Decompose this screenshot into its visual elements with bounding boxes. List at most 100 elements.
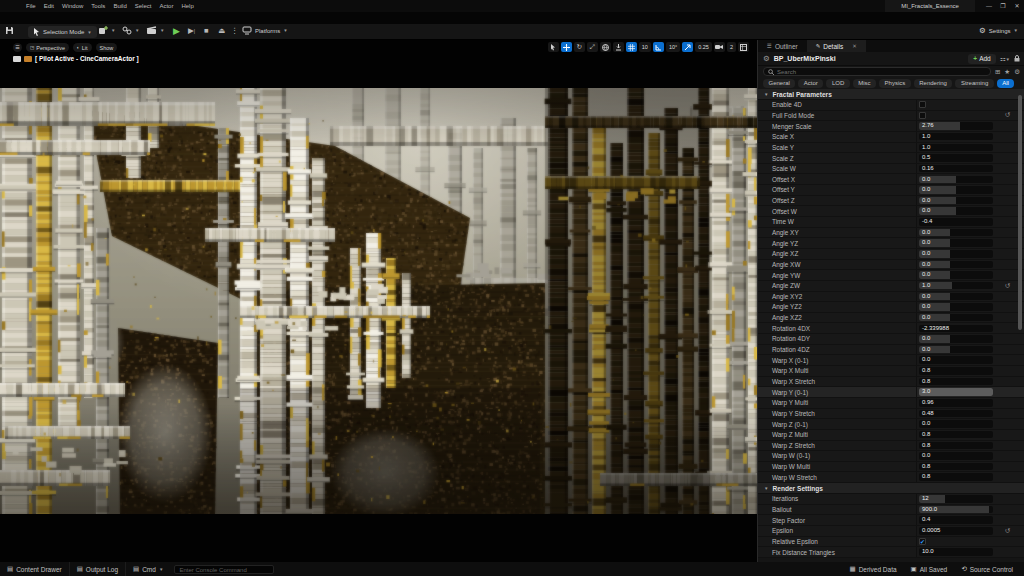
minimize-button[interactable]: — bbox=[982, 0, 996, 12]
all-saved-button[interactable]: ▣ All Saved bbox=[904, 562, 955, 576]
param-field[interactable]: 0.0 bbox=[919, 346, 993, 354]
param-field[interactable]: 12 bbox=[919, 495, 993, 503]
column-divider[interactable] bbox=[916, 472, 917, 482]
camera-speed[interactable] bbox=[714, 42, 725, 52]
menu-build[interactable]: Build bbox=[113, 3, 126, 9]
perspective-dropdown[interactable]: ◳ Perspective bbox=[26, 43, 69, 52]
column-divider[interactable] bbox=[916, 387, 917, 397]
column-divider[interactable] bbox=[916, 270, 917, 280]
column-divider[interactable] bbox=[916, 302, 917, 312]
skip-button[interactable]: ▶| bbox=[188, 26, 195, 35]
select-tool[interactable] bbox=[548, 42, 559, 52]
column-divider[interactable] bbox=[916, 100, 917, 110]
param-field[interactable]: 0.8 bbox=[919, 431, 993, 439]
category-physics[interactable]: Physics bbox=[879, 79, 911, 88]
scale-snap-toggle[interactable] bbox=[682, 42, 693, 52]
column-divider[interactable] bbox=[916, 260, 917, 270]
menu-file[interactable]: File bbox=[26, 3, 36, 9]
restore-button[interactable]: ❐ bbox=[996, 0, 1010, 12]
favorites-icon[interactable]: ★ bbox=[1004, 68, 1010, 76]
column-divider[interactable] bbox=[916, 323, 917, 333]
menu-tools[interactable]: Tools bbox=[91, 3, 105, 9]
eject-button[interactable]: ⏏ bbox=[218, 26, 225, 35]
column-divider[interactable] bbox=[916, 185, 917, 195]
param-checkbox[interactable]: ✔ bbox=[919, 538, 926, 545]
column-divider[interactable] bbox=[916, 164, 917, 174]
lock-icon[interactable] bbox=[1014, 55, 1020, 62]
filter-icon[interactable]: ⊞ bbox=[995, 68, 1000, 76]
reset-to-default-icon[interactable]: ↺ bbox=[1005, 111, 1010, 119]
reset-to-default-icon[interactable]: ↺ bbox=[1005, 282, 1010, 290]
selection-mode-dropdown[interactable]: Selection Mode ▼ bbox=[28, 26, 97, 38]
show-dropdown[interactable]: Show bbox=[96, 43, 118, 52]
column-divider[interactable] bbox=[916, 111, 917, 121]
play-options-kebab[interactable]: ⋮ bbox=[231, 26, 239, 35]
blueprints-dropdown[interactable]: ▼ bbox=[122, 26, 139, 35]
add-component-button[interactable]: + Add bbox=[968, 54, 995, 64]
column-divider[interactable] bbox=[916, 196, 917, 206]
column-divider[interactable] bbox=[916, 409, 917, 419]
source-control-button[interactable]: ⟲ Source Control bbox=[954, 562, 1020, 576]
category-all[interactable]: All bbox=[997, 79, 1015, 88]
viewport[interactable]: ☰ ◳ Perspective ◐ Lit Show ↻ ⤢ 10 10° 0.… bbox=[0, 40, 757, 562]
cinematics-dropdown[interactable]: ▼ bbox=[146, 26, 164, 35]
param-field[interactable]: 0.0005 bbox=[919, 527, 993, 535]
param-field[interactable]: 0.8 bbox=[919, 463, 993, 471]
column-divider[interactable] bbox=[916, 398, 917, 408]
rotate-tool[interactable]: ↻ bbox=[574, 42, 585, 52]
column-divider[interactable] bbox=[916, 143, 917, 153]
param-field[interactable]: 0.0 bbox=[919, 229, 993, 237]
param-field[interactable]: 0.0 bbox=[919, 335, 993, 343]
param-field[interactable]: -0.4 bbox=[919, 218, 993, 226]
column-divider[interactable] bbox=[916, 494, 917, 504]
param-field[interactable]: 0.8 bbox=[919, 378, 993, 386]
param-field[interactable]: 0.0 bbox=[919, 293, 993, 301]
param-field[interactable]: 0.48 bbox=[919, 410, 993, 418]
param-field[interactable]: 1.0 bbox=[919, 133, 993, 141]
console-input[interactable]: Enter Console Command bbox=[174, 565, 274, 574]
param-field[interactable]: 0.4 bbox=[919, 516, 993, 524]
section-header[interactable]: ▼Render Settings bbox=[758, 483, 1024, 494]
param-field[interactable]: 0.0 bbox=[919, 452, 993, 460]
column-divider[interactable] bbox=[916, 537, 917, 547]
column-divider[interactable] bbox=[916, 526, 917, 536]
column-divider[interactable] bbox=[916, 238, 917, 248]
column-divider[interactable] bbox=[916, 334, 917, 344]
cmd-dropdown[interactable]: ▤ Cmd ▼ bbox=[126, 562, 170, 576]
param-field[interactable]: 0.5 bbox=[919, 154, 993, 162]
category-general[interactable]: General bbox=[763, 79, 795, 88]
column-divider[interactable] bbox=[916, 132, 917, 142]
category-lod[interactable]: LOD bbox=[826, 79, 849, 88]
column-divider[interactable] bbox=[916, 505, 917, 515]
param-field[interactable]: 2.76 bbox=[919, 122, 993, 130]
column-divider[interactable] bbox=[916, 313, 917, 323]
viewport-menu-icon[interactable]: ☰ bbox=[13, 43, 22, 52]
param-field[interactable]: 1.0 bbox=[919, 144, 993, 152]
column-divider[interactable] bbox=[916, 430, 917, 440]
column-divider[interactable] bbox=[916, 345, 917, 355]
scale-snap-value[interactable]: 0.25 bbox=[695, 42, 712, 52]
menu-help[interactable]: Help bbox=[181, 3, 193, 9]
category-rendering[interactable]: Rendering bbox=[914, 79, 953, 88]
play-button[interactable]: ▶ bbox=[173, 26, 180, 36]
param-field[interactable]: 0.0 bbox=[919, 186, 993, 194]
column-divider[interactable] bbox=[916, 281, 917, 291]
param-field[interactable]: 1.0 bbox=[919, 282, 993, 290]
surface-snap-toggle[interactable] bbox=[613, 42, 624, 52]
param-field[interactable]: 0.0 bbox=[919, 197, 993, 205]
column-divider[interactable] bbox=[916, 377, 917, 387]
param-field[interactable]: 3.0 bbox=[919, 388, 993, 396]
column-divider[interactable] bbox=[916, 121, 917, 131]
category-misc[interactable]: Misc bbox=[853, 79, 876, 88]
close-tab-icon[interactable]: ✕ bbox=[852, 43, 857, 49]
content-drawer-button[interactable]: ▤ Content Drawer bbox=[0, 562, 70, 576]
column-divider[interactable] bbox=[916, 441, 917, 451]
param-field[interactable]: 900.0 bbox=[919, 506, 993, 514]
search-input[interactable]: Search bbox=[763, 67, 991, 76]
lit-dropdown[interactable]: ◐ Lit bbox=[73, 43, 92, 52]
param-field[interactable]: 0.16 bbox=[919, 165, 993, 173]
column-divider[interactable] bbox=[916, 515, 917, 525]
section-header[interactable]: ▼Fractal Parameters bbox=[758, 89, 1024, 100]
category-streaming[interactable]: Streaming bbox=[955, 79, 993, 88]
derived-data-button[interactable]: ▦ Derived Data bbox=[842, 562, 903, 576]
